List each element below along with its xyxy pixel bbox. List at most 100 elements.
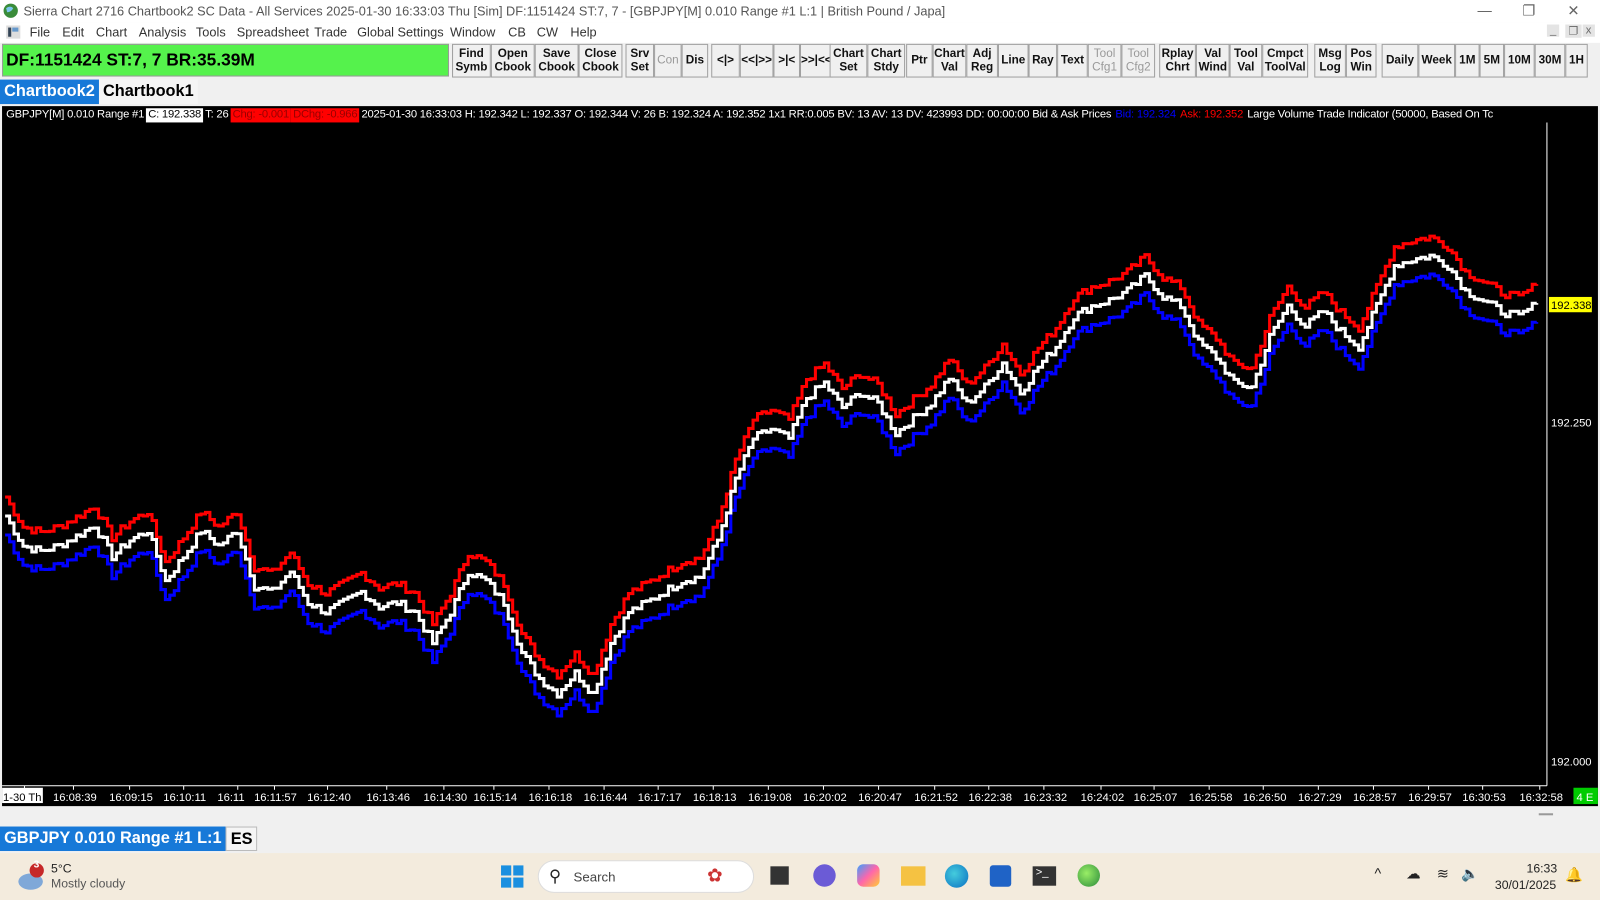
minimize-button[interactable]: — [1478,2,1492,18]
con-button[interactable]: Con [654,43,682,78]
start-windows-icon[interactable] [501,865,524,888]
store-icon[interactable] [989,865,1012,887]
msg-log-button[interactable]: Msg Log [1314,43,1346,78]
time-tick-label: 16:12:40 [307,792,351,804]
menu-global-settings[interactable]: Global Settings [357,26,444,40]
weather-badge: 3 [33,859,40,871]
line-button[interactable]: Line [997,43,1029,78]
tab-chartbook1[interactable]: Chartbook1 [98,79,198,105]
system-menu-icon[interactable] [6,25,21,39]
copilot-icon[interactable] [857,864,880,887]
terminal-icon[interactable]: >_ [1032,866,1057,886]
val-wind-button[interactable]: Val Wind [1195,43,1230,78]
10m-button[interactable]: 10M [1504,43,1535,78]
find-symb-button[interactable]: Find Symb [452,43,491,78]
daily-button[interactable]: Daily [1381,43,1419,78]
xxx-button[interactable]: >|< [773,43,800,78]
price-tick-label: 192.000 [1551,756,1592,768]
search-box[interactable]: ⚲ Search ✿ [537,860,755,893]
menu-bar: File Edit Chart Analysis Tools Spreadshe… [0,22,1600,43]
time-tick-label: 16:28:57 [1353,792,1397,804]
rplay-chrt-button[interactable]: Rplay Chrt [1159,43,1196,78]
clock-date[interactable]: 30/01/2025 [1495,878,1556,892]
time-tick-label: 16:32:58 [1519,792,1563,804]
30m-button[interactable]: 30M [1534,43,1566,78]
5m-button[interactable]: 5M [1479,43,1505,78]
toolbar-group: Srv Set Con Dis [625,43,709,78]
wifi-icon[interactable]: ≋ [1437,865,1449,882]
ptr-button[interactable]: Ptr [906,43,933,78]
mdi-restore-button[interactable]: ❐ [1565,24,1582,38]
tray-overflow-icon[interactable]: ^ [1374,865,1381,881]
menu-trade[interactable]: Trade [314,26,347,40]
onedrive-icon[interactable]: ☁ [1406,865,1420,882]
time-tick-label: 16:20:02 [803,792,847,804]
teams-icon[interactable] [813,864,836,887]
notifications-icon[interactable]: 🔔 [1565,866,1583,883]
dis-button[interactable]: Dis [681,43,709,78]
panel-minimize-icon[interactable] [1538,813,1554,816]
tool-cfg1-button[interactable]: Tool Cfg1 [1087,43,1122,78]
menu-file[interactable]: File [30,26,51,40]
time-tick-label: 16:25:58 [1189,792,1233,804]
time-tick-label: 16:27:29 [1298,792,1342,804]
time-tick-label: 16:19:08 [748,792,792,804]
menu-help[interactable]: Help [570,26,596,40]
menu-chart[interactable]: Chart [96,26,127,40]
time-tick-label: 16:20:47 [858,792,902,804]
menu-edit[interactable]: Edit [62,26,84,40]
chart-val-button[interactable]: Chart Val [932,43,967,78]
search-highlight-icon: ✿ [707,865,723,886]
mdi-close-button[interactable]: x [1582,24,1595,37]
app-globe-icon [3,3,18,18]
search-icon: ⚲ [548,868,561,886]
menu-window[interactable]: Window [450,26,495,40]
toolbar-group: Ptr Chart Val Adj Reg Line Ray Text Tool Cfg1 T… [906,43,1156,78]
chart-stdy-button[interactable]: Chart Stdy [867,43,906,78]
weather-cloud-icon[interactable] [16,863,47,892]
price-chart[interactable]: 192.250 192.000 192.338 1-30 Th 16:08:39 1… [2,106,1598,806]
open-cbook-button[interactable]: Open Cbook [490,43,535,78]
edge-browser-icon[interactable] [944,864,969,888]
mdi-minimize-button[interactable]: _ [1546,24,1560,37]
clock-time[interactable]: 16:33 [1527,861,1558,875]
window-title: Sierra Chart 2716 Chartbook2 SC Data - A… [23,4,946,19]
close-button[interactable]: ✕ [1567,2,1579,19]
srv-set-button[interactable]: Srv Set [625,43,655,78]
chart-set-button[interactable]: Chart Set [829,43,868,78]
menu-cw[interactable]: CW [537,26,558,40]
tool-val-button[interactable]: Tool Val [1229,43,1263,78]
sierra-chart-taskbar-icon[interactable] [1077,864,1100,887]
tab-es-chart[interactable]: ES [225,826,258,852]
time-tick-label: 16:17:17 [638,792,682,804]
menu-cb[interactable]: CB [508,26,526,40]
volume-icon[interactable]: 🔈 [1461,865,1479,882]
time-tick-label: 16:15:14 [473,792,517,804]
menu-tools[interactable]: Tools [196,26,226,40]
time-tick-label: 16:21:52 [914,792,958,804]
close-cbook-button[interactable]: Close Cbook [578,43,623,78]
xxxxx-button[interactable]: <<|>> [739,43,774,78]
pos-win-button[interactable]: Pos Win [1345,43,1377,78]
save-cbook-button[interactable]: Save Cbook [534,43,579,78]
menu-analysis[interactable]: Analysis [139,26,186,40]
tool-cfg2-button[interactable]: Tool Cfg2 [1121,43,1156,78]
time-tick-label: 16:18:13 [693,792,737,804]
tab-gbpjpy-chart[interactable]: GBPJPY 0.010 Range #1 L:1 [0,826,226,852]
task-view-icon[interactable] [770,866,789,885]
file-explorer-icon[interactable] [901,866,926,886]
maximize-button[interactable]: ❐ [1522,2,1535,19]
week-button[interactable]: Week [1418,43,1456,78]
tab-chartbook2[interactable]: Chartbook2 [0,79,99,105]
time-tick-label: 16:09:15 [109,792,153,804]
xxx-button[interactable]: <|> [711,43,740,78]
text-button[interactable]: Text [1057,43,1088,78]
cmpct-toolval-button[interactable]: Cmpct ToolVal [1262,43,1309,78]
adj-reg-button[interactable]: Adj Reg [966,43,998,78]
chart-area[interactable]: GBPJPY[M] 0.010 Range #1 C: 192.338 T: 2… [2,106,1598,807]
menu-spreadsheet[interactable]: Spreadsheet [237,26,309,40]
1h-button[interactable]: 1H [1565,43,1588,78]
1m-button[interactable]: 1M [1455,43,1480,78]
xxxxx-button[interactable]: >>|<< [799,43,833,78]
ray-button[interactable]: Ray [1028,43,1058,78]
